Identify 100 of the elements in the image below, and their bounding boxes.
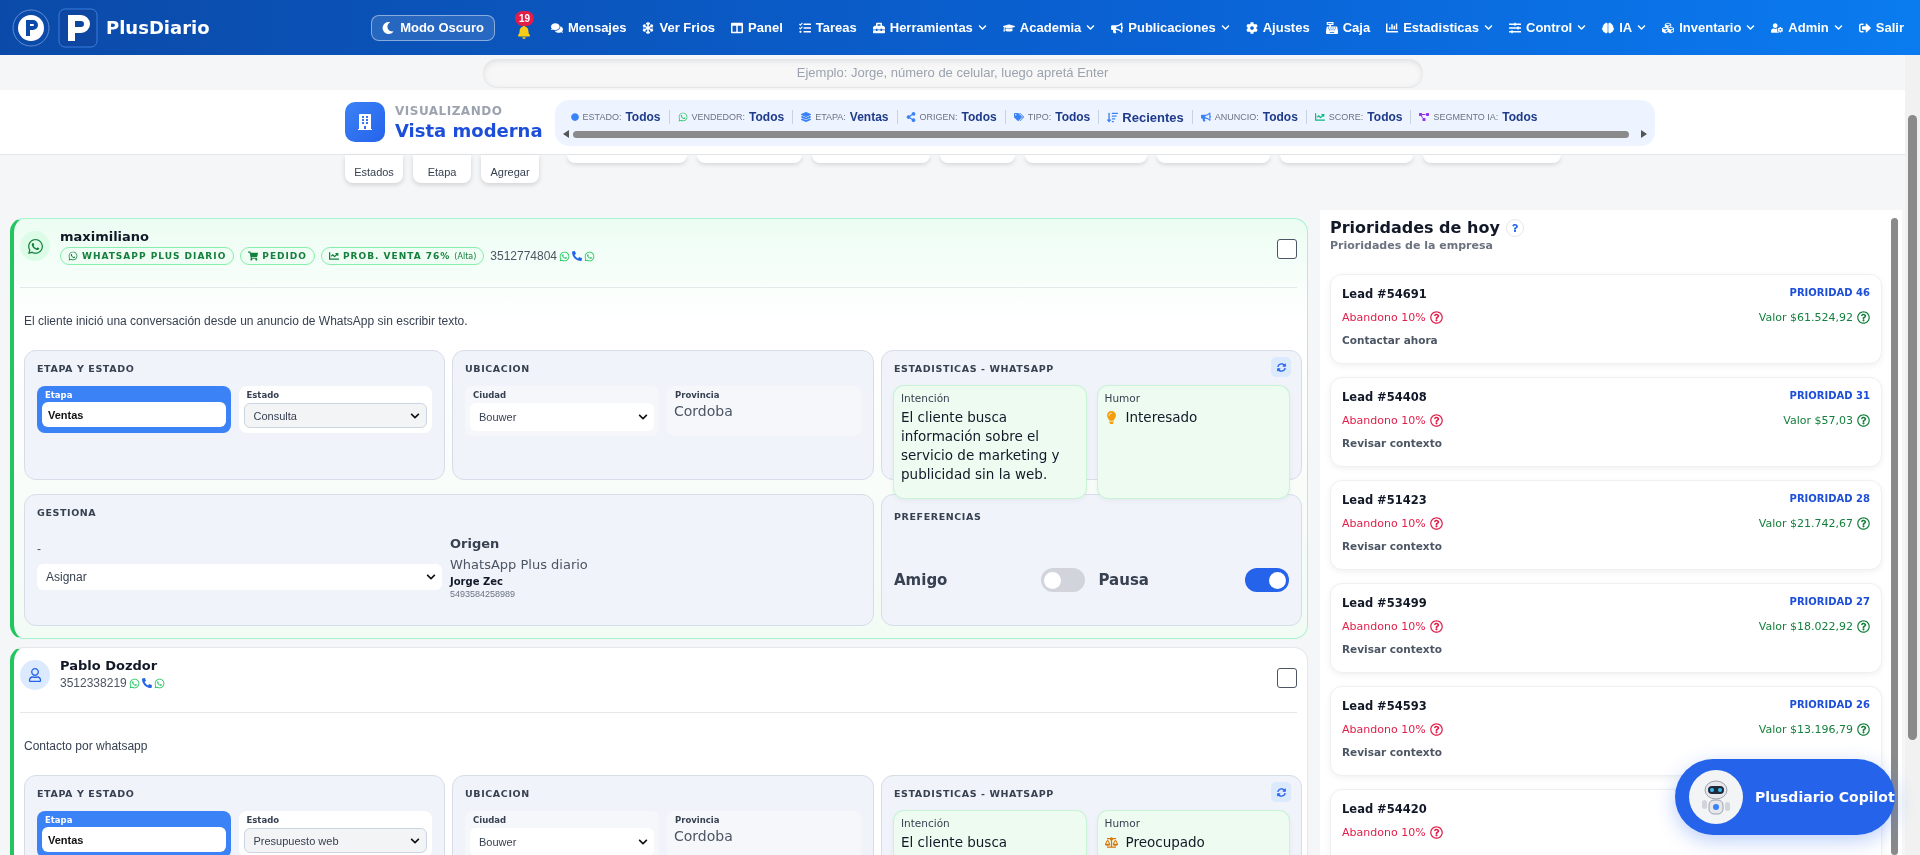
help-icon[interactable] — [1857, 517, 1870, 530]
phone-icon[interactable] — [572, 251, 583, 261]
lead-name: maximiliano — [60, 229, 151, 244]
nav-item[interactable]: Herramientas — [866, 13, 993, 42]
city-select[interactable]: Bouwer — [470, 828, 654, 855]
filter-chip[interactable]: VENDEDOR: Todos — [669, 110, 794, 124]
help-icon[interactable] — [1429, 517, 1443, 530]
user-avatar — [20, 660, 50, 690]
line-chart-icon — [329, 251, 339, 261]
nav-item[interactable]: Panel — [725, 13, 789, 42]
nav-item[interactable]: Ver Frios — [636, 13, 722, 42]
action-link[interactable]: Revisar contexto — [1342, 437, 1442, 449]
settings-icon — [1245, 21, 1258, 34]
lead-id: Lead #54408 — [1342, 390, 1428, 404]
copilot-button[interactable]: Plusdiario Copilot — [1675, 759, 1895, 835]
intent-text: El cliente busca información sobre el servicio de marketing y publicidad sin la web. — [901, 408, 1061, 484]
scroll-left-icon[interactable] — [562, 130, 569, 138]
logo-icon — [58, 7, 98, 48]
province-value: Cordoba — [673, 403, 734, 419]
logo-icon[interactable] — [12, 8, 50, 47]
action-link[interactable]: Contactar ahora — [1342, 334, 1438, 346]
checkbox[interactable] — [1277, 668, 1297, 688]
nav-item[interactable]: Publicaciones — [1105, 13, 1236, 42]
help-icon[interactable] — [1857, 414, 1870, 427]
city-select[interactable]: Bouwer — [470, 403, 654, 431]
tool-button[interactable]: Estados — [345, 155, 403, 183]
layers-icon — [801, 112, 812, 122]
phone-icon[interactable] — [141, 678, 152, 688]
toggle-label: Amigo — [894, 571, 948, 589]
refresh-button[interactable] — [1271, 357, 1291, 377]
horizontal-scrollbar[interactable] — [572, 130, 1629, 138]
lead-id: Lead #54593 — [1342, 699, 1428, 713]
filter-chip[interactable]: ORIGEN: Todos — [897, 110, 1006, 124]
help-icon[interactable] — [1429, 414, 1443, 427]
help-icon[interactable] — [1429, 723, 1443, 736]
nav-item[interactable]: Tareas — [792, 13, 863, 42]
stage-input[interactable]: Ventas — [42, 827, 226, 852]
chat-icon — [550, 21, 563, 34]
lead-value: Valor $13.196,79 — [1758, 723, 1870, 736]
status-select[interactable]: Consulta — [243, 403, 427, 428]
nav-item[interactable]: Estadisticas — [1380, 13, 1499, 42]
status-select[interactable]: Presupuesto web — [243, 828, 427, 853]
dark-mode-button[interactable]: Modo Oscuro — [371, 14, 495, 41]
filter-chip[interactable]: SEGMENTO IA: Todos — [1411, 110, 1546, 124]
toolbox-icon — [872, 21, 885, 34]
nav-item[interactable]: Control — [1503, 13, 1593, 42]
field-label: Provincia — [674, 390, 721, 400]
lead-name: Pablo Dozdor — [60, 658, 159, 673]
tool-button[interactable]: Etapa — [413, 155, 471, 183]
nav-item[interactable]: Caja — [1319, 13, 1377, 42]
phone-number: 3512774804 — [490, 249, 558, 263]
chevron-down-icon — [410, 410, 420, 421]
nav-item[interactable]: Academia — [996, 13, 1102, 42]
contact-name: Jorge Zec — [450, 576, 504, 587]
action-link[interactable]: Revisar contexto — [1342, 540, 1442, 552]
chevron-down-icon — [426, 572, 436, 582]
nav-item[interactable]: Admin — [1765, 13, 1849, 42]
nav-item[interactable]: Ajustes — [1239, 13, 1316, 42]
stat-label: Intención — [901, 392, 951, 404]
toggle-switch[interactable] — [1040, 568, 1085, 592]
assign-select[interactable]: Asignar — [37, 564, 442, 590]
action-link[interactable]: Revisar contexto — [1342, 643, 1442, 655]
field-label: Ciudad — [472, 390, 508, 400]
filter-chip[interactable]: ANUNCIO: Todos — [1192, 110, 1307, 124]
share-icon — [905, 112, 916, 122]
phone-number: 3512338219 — [60, 676, 127, 690]
robot-avatar — [1689, 770, 1743, 824]
bar-chart-icon — [1386, 21, 1399, 34]
filter-chip[interactable]: SCORE: Todos — [1306, 110, 1412, 124]
priority-score: PRIORIDAD 27 — [1789, 596, 1870, 609]
sort-filter[interactable]: Recientes — [1099, 110, 1193, 124]
whatsapp-icon — [68, 251, 78, 261]
nav-item[interactable]: Salir — [1852, 13, 1910, 42]
checkbox[interactable] — [1277, 239, 1297, 259]
megaphone-icon — [1111, 21, 1124, 34]
filter-chip[interactable]: ESTADO: Todos — [562, 110, 670, 124]
toggle-switch[interactable] — [1245, 568, 1289, 592]
nav-item[interactable]: IA — [1596, 13, 1653, 42]
chevron-down-icon — [1086, 23, 1096, 32]
contact-phone: 5493584258989 — [450, 589, 517, 599]
scroll-right-icon[interactable] — [1640, 130, 1647, 138]
lead-id: Lead #51423 — [1342, 493, 1428, 507]
notifications-button[interactable]: 19 — [510, 12, 537, 43]
help-icon[interactable] — [1857, 311, 1870, 324]
help-icon[interactable] — [1429, 620, 1443, 633]
help-icon[interactable] — [1857, 620, 1870, 633]
nav-item[interactable]: Mensajes — [544, 13, 633, 42]
nav-item[interactable]: Inventario — [1656, 13, 1762, 42]
filter-chip[interactable]: ETAPA: Ventas — [793, 110, 898, 124]
refresh-button[interactable] — [1271, 782, 1291, 802]
search-field[interactable]: Ejemplo: Jorge, número de celular, luego apretá Enter — [482, 58, 1423, 87]
help-icon[interactable] — [1429, 311, 1443, 324]
tool-button[interactable]: Agregar — [481, 155, 539, 183]
stage-input[interactable]: Ventas — [42, 402, 226, 427]
megaphone-icon — [1200, 112, 1211, 122]
filter-chip[interactable]: TIPO: Todos — [1005, 110, 1100, 124]
help-icon[interactable] — [1857, 723, 1870, 736]
help-icon[interactable] — [1429, 826, 1443, 839]
action-link[interactable]: Revisar contexto — [1342, 746, 1442, 758]
refresh-icon — [1276, 362, 1286, 372]
